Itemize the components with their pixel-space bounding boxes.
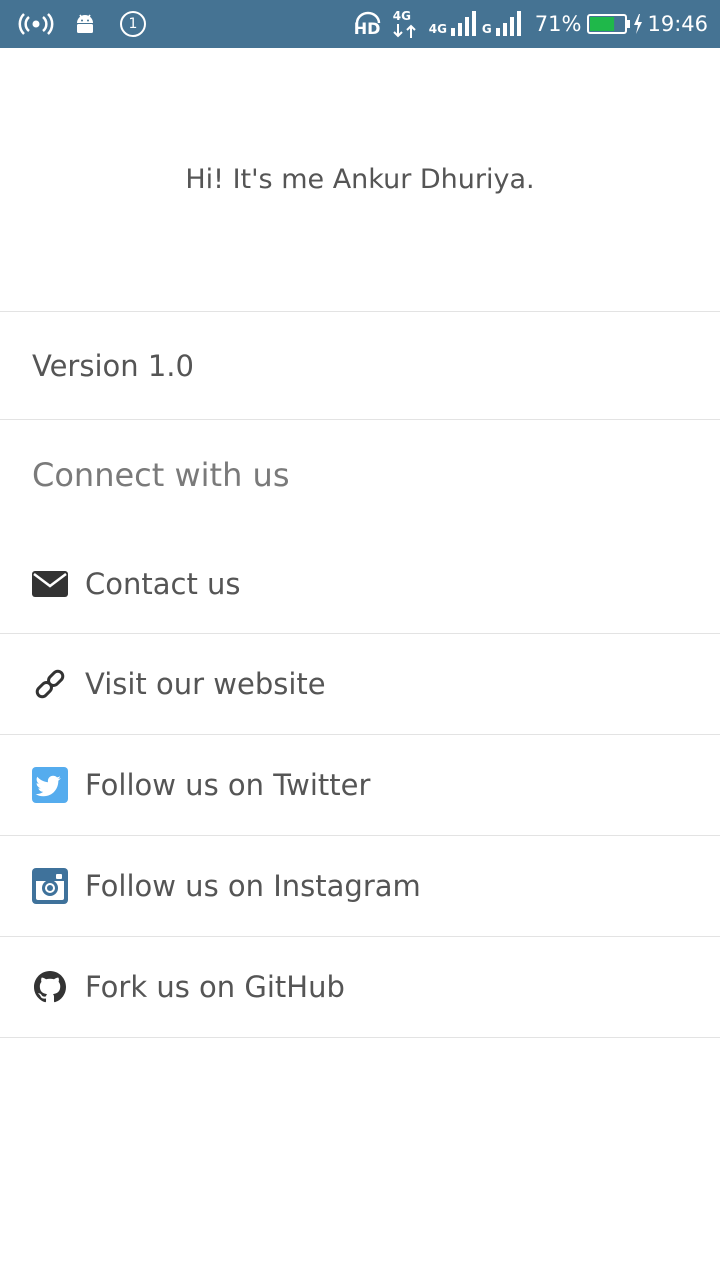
contact-us-item[interactable]: Contact us bbox=[0, 534, 720, 634]
battery-icon bbox=[587, 13, 631, 35]
signal-icon bbox=[495, 11, 521, 37]
twitter-item[interactable]: Follow us on Twitter bbox=[0, 735, 720, 835]
hotspot-icon bbox=[18, 12, 54, 36]
version-row: Version 1.0 bbox=[0, 312, 720, 419]
version-label: Version 1.0 bbox=[32, 348, 194, 383]
status-bar-right: HD 4G 4G G 71% 19:46 bbox=[353, 0, 708, 48]
instagram-label: Follow us on Instagram bbox=[85, 869, 421, 903]
charging-icon bbox=[633, 14, 643, 34]
signal-icon bbox=[450, 11, 476, 37]
github-item[interactable]: Fork us on GitHub bbox=[0, 937, 720, 1037]
divider bbox=[0, 419, 720, 420]
header-text: Hi! It's me Ankur Dhuriya. bbox=[185, 164, 535, 195]
contact-us-label: Contact us bbox=[85, 567, 241, 601]
github-icon bbox=[32, 969, 68, 1005]
net-4g-top-label: 4G bbox=[392, 9, 411, 23]
section-title: Connect with us bbox=[32, 456, 290, 494]
twitter-label: Follow us on Twitter bbox=[85, 768, 371, 802]
instagram-item[interactable]: Follow us on Instagram bbox=[0, 836, 720, 936]
net-4g-label: 4G bbox=[428, 22, 447, 36]
divider bbox=[0, 1037, 720, 1038]
envelope-icon bbox=[32, 566, 68, 602]
visit-website-item[interactable]: Visit our website bbox=[0, 634, 720, 734]
android-icon bbox=[74, 13, 96, 35]
status-bar-left: 1 bbox=[18, 0, 146, 48]
instagram-icon bbox=[32, 868, 68, 904]
twitter-icon bbox=[32, 767, 68, 803]
about-header: Hi! It's me Ankur Dhuriya. bbox=[0, 48, 720, 311]
hd-label: HD bbox=[353, 19, 381, 38]
link-icon bbox=[32, 666, 68, 702]
data-arrows-icon: 4G bbox=[393, 9, 419, 39]
status-bar: 1 HD 4G 4G G 71% 19:46 bbox=[0, 0, 720, 48]
net-g-label: G bbox=[481, 22, 492, 36]
clock: 19:46 bbox=[647, 12, 708, 36]
visit-website-label: Visit our website bbox=[85, 667, 326, 701]
battery-percent: 71% bbox=[534, 12, 582, 36]
github-label: Fork us on GitHub bbox=[85, 970, 345, 1004]
notification-count-icon: 1 bbox=[120, 11, 146, 37]
hd-voice-icon: HD bbox=[353, 9, 383, 39]
